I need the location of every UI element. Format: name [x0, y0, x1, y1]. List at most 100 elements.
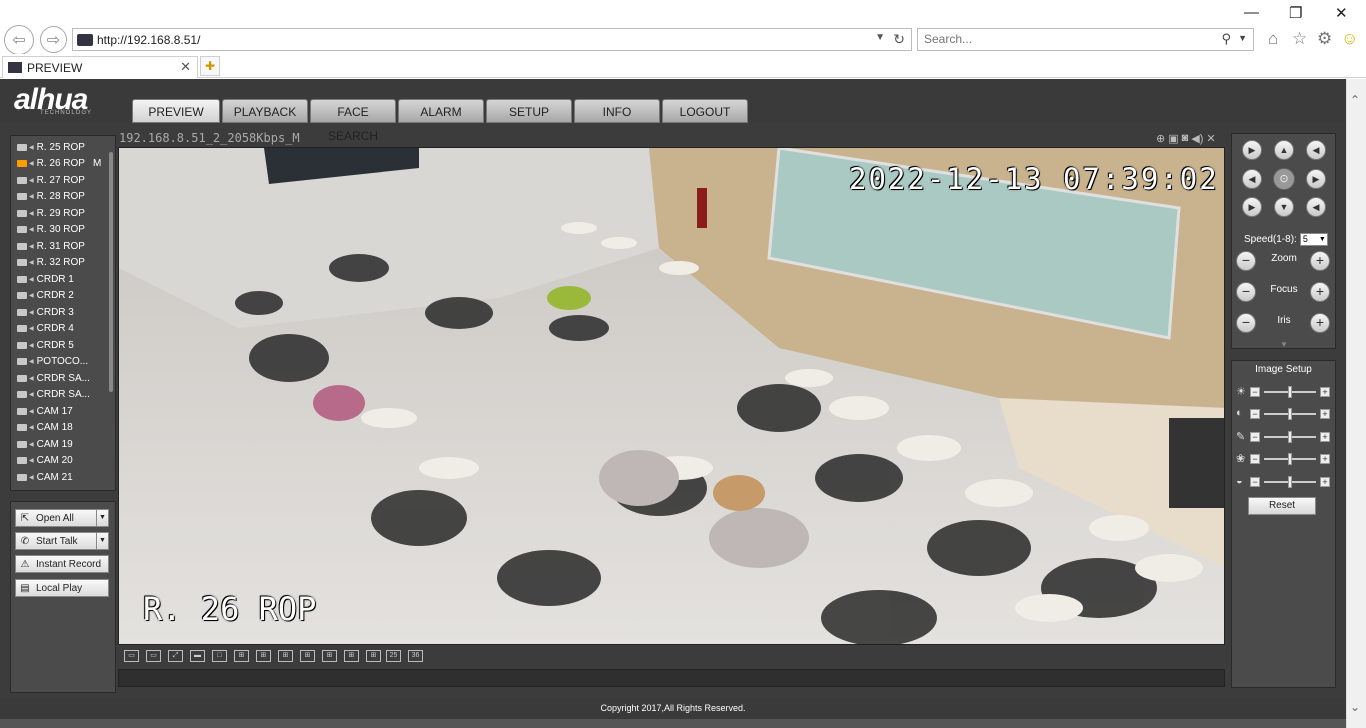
camera-item[interactable]: ◀ CAM 20	[15, 453, 107, 470]
camera-item[interactable]: ◀ CAM 21	[15, 469, 107, 486]
layout-25-button[interactable]: 25	[386, 650, 401, 662]
ptz-up-left-icon[interactable]: ▶	[1242, 140, 1262, 160]
camera-item[interactable]: ◀ R. 31 ROP	[15, 238, 107, 255]
layout-8-icon[interactable]: ⊞	[278, 650, 293, 662]
saturation-knob[interactable]	[1288, 431, 1292, 443]
settings-gear-icon[interactable]: ⚙	[1317, 29, 1332, 49]
refresh-icon[interactable]: ↻	[893, 31, 905, 48]
address-url[interactable]: http://192.168.8.51/	[97, 33, 200, 47]
menu-info[interactable]: INFO	[574, 99, 660, 123]
camera-item[interactable]: ◀ CAM 17	[15, 403, 107, 420]
brightness-plus[interactable]: +	[1320, 387, 1330, 397]
contrast-knob[interactable]	[1288, 408, 1292, 420]
close-video-icon[interactable]: ✕	[1206, 132, 1215, 145]
ptz-down-right-icon[interactable]: ◀	[1306, 197, 1326, 217]
camera-item[interactable]: ◀ R. 28 ROP	[15, 189, 107, 206]
hue-minus[interactable]: −	[1250, 454, 1260, 464]
ptz-left-icon[interactable]: ◀	[1242, 169, 1262, 189]
menu-setup[interactable]: SETUP	[486, 99, 572, 123]
zoom-icon[interactable]: ⊕	[1156, 132, 1165, 145]
ptz-right-icon[interactable]: ▶	[1306, 169, 1326, 189]
page-scrollbar[interactable]: ⌃ ⌄	[1346, 79, 1366, 728]
camera-item[interactable]: ◀ CAM 19	[15, 436, 107, 453]
local-play-button[interactable]: ▤ Local Play	[15, 579, 109, 597]
menu-playback[interactable]: PLAYBACK	[222, 99, 308, 123]
camera-list-scrollbar[interactable]	[109, 152, 113, 392]
record-icon[interactable]: ◙	[1182, 132, 1189, 145]
layout-fit-icon[interactable]: ⤢	[168, 650, 183, 662]
saturation-slider[interactable]: ✎ − +	[1236, 430, 1332, 444]
layout-20-icon[interactable]: ⊞	[366, 650, 381, 662]
camera-item[interactable]: ◀ R. 27 ROP	[15, 172, 107, 189]
minimize-icon[interactable]: —	[1244, 4, 1259, 21]
scroll-down-icon[interactable]: ⌄	[1350, 700, 1360, 714]
layout-16-icon[interactable]: ⊞	[344, 650, 359, 662]
layout-stretch-icon[interactable]: ▭	[146, 650, 161, 662]
zoom-out-button[interactable]: −	[1236, 251, 1256, 271]
scroll-up-icon[interactable]: ⌃	[1350, 93, 1360, 107]
start-talk-dropdown-icon[interactable]: ▼	[96, 532, 109, 550]
focus-plus-button[interactable]: +	[1310, 282, 1330, 302]
camera-item[interactable]: ◀ CRDR 4	[15, 321, 107, 338]
camera-item[interactable]: ◀ CAM 18	[15, 420, 107, 437]
browser-tab-preview[interactable]: PREVIEW ✕	[2, 56, 198, 78]
layout-4-icon[interactable]: ⊞	[234, 650, 249, 662]
camera-item[interactable]: ◀ R. 25 ROP	[15, 139, 107, 156]
contrast-slider[interactable]: ◐ − +	[1236, 407, 1332, 421]
ptz-speed-select[interactable]: 5	[1299, 233, 1328, 246]
layout-1-icon[interactable]: ▬	[190, 650, 205, 662]
camera-item[interactable]: ◀ CRDR SA...	[15, 387, 107, 404]
layout-fullscreen-icon[interactable]: ▭	[124, 650, 139, 662]
ptz-center-icon[interactable]: ⊙	[1273, 168, 1295, 190]
ptz-up-icon[interactable]: ▲	[1274, 140, 1294, 160]
close-window-icon[interactable]: ✕	[1335, 4, 1348, 22]
contrast-minus[interactable]: −	[1250, 409, 1260, 419]
address-dropdown-icon[interactable]: ▼	[875, 32, 885, 43]
home-icon[interactable]: ⌂	[1268, 29, 1278, 49]
search-dropdown-icon[interactable]: ▼	[1238, 33, 1247, 43]
image-reset-button[interactable]: Reset	[1248, 497, 1316, 515]
back-icon[interactable]: ⇦	[4, 25, 34, 55]
search-box[interactable]: ⚲ ▼	[917, 28, 1254, 51]
camera-item[interactable]: ◀ CRDR 2	[15, 288, 107, 305]
menu-logout[interactable]: LOGOUT	[662, 99, 748, 123]
camera-item[interactable]: ◀ CRDR 1	[15, 271, 107, 288]
snapshot-icon[interactable]: ▣	[1168, 132, 1178, 145]
focus-minus-button[interactable]: −	[1236, 282, 1256, 302]
start-talk-button[interactable]: ✆ Start Talk ▼	[15, 532, 109, 550]
restore-icon[interactable]: ❐	[1289, 4, 1302, 22]
menu-face-search[interactable]: FACE SEARCH	[310, 99, 396, 143]
saturation-plus[interactable]: +	[1320, 432, 1330, 442]
saturation-minus[interactable]: −	[1250, 432, 1260, 442]
iris-plus-button[interactable]: +	[1310, 313, 1330, 333]
feedback-smiley-icon[interactable]: ☺	[1341, 29, 1358, 49]
brightness-minus[interactable]: −	[1250, 387, 1260, 397]
layout-6-icon[interactable]: ⊞	[256, 650, 271, 662]
open-all-button[interactable]: ⇱ Open All ▼	[15, 509, 109, 527]
camera-item[interactable]: ◀ POTOCO...	[15, 354, 107, 371]
video-feed[interactable]: 2022-12-13 07:39:02 R. 26 ROP	[118, 147, 1225, 645]
camera-item[interactable]: ◀ CRDR 3	[15, 304, 107, 321]
zoom-in-button[interactable]: +	[1310, 251, 1330, 271]
camera-item[interactable]: ◀ R. 26 ROP M	[15, 156, 107, 173]
ptz-down-left-icon[interactable]: ▶	[1242, 197, 1262, 217]
menu-alarm[interactable]: ALARM	[398, 99, 484, 123]
camera-item[interactable]: ◀ R. 30 ROP	[15, 222, 107, 239]
ptz-collapse-icon[interactable]: ▼	[1280, 340, 1288, 349]
instant-record-button[interactable]: ⚠ Instant Record	[15, 555, 109, 573]
search-input[interactable]	[924, 32, 1204, 46]
contrast-plus[interactable]: +	[1320, 409, 1330, 419]
tab-close-icon[interactable]: ✕	[180, 59, 191, 75]
camera-item[interactable]: ◀ CRDR 5	[15, 337, 107, 354]
ptz-up-right-icon[interactable]: ◀	[1306, 140, 1326, 160]
iris-minus-button[interactable]: −	[1236, 313, 1256, 333]
search-icon[interactable]: ⚲	[1221, 31, 1231, 47]
gain-slider[interactable]: ◒ − +	[1236, 475, 1332, 489]
favorites-star-icon[interactable]: ☆	[1292, 29, 1307, 49]
camera-item[interactable]: ◀ CRDR SA...	[15, 370, 107, 387]
menu-preview[interactable]: PREVIEW	[132, 99, 220, 123]
audio-icon[interactable]: ◀)	[1191, 132, 1203, 145]
gain-minus[interactable]: −	[1250, 477, 1260, 487]
open-all-dropdown-icon[interactable]: ▼	[96, 509, 109, 527]
ptz-down-icon[interactable]: ▼	[1274, 197, 1294, 217]
